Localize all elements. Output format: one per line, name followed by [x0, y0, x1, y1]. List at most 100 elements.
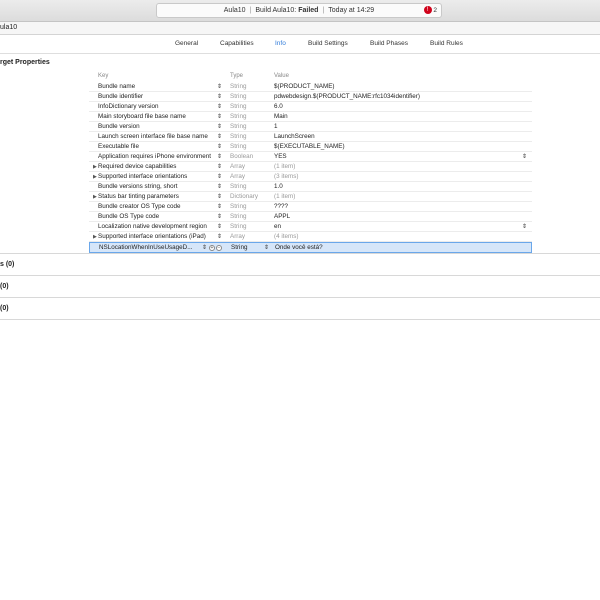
plist-value[interactable]: $(PRODUCT_NAME) — [274, 82, 335, 92]
plist-value[interactable]: en — [274, 222, 281, 232]
plist-key-label: Status bar tinting parameters — [98, 193, 179, 200]
tab-capabilities[interactable]: Capabilities — [220, 40, 254, 47]
up-down-arrows-icon[interactable]: ⇕ — [217, 202, 222, 212]
up-down-arrows-icon[interactable]: ⇕ — [217, 212, 222, 222]
plist-key: Main storyboard file base name — [98, 113, 186, 120]
activity-build-prefix: Build Aula10: — [255, 7, 297, 14]
plist-key: InfoDictionary version — [98, 103, 159, 110]
plist-row-selected[interactable]: NSLocationWhenInUseUsageD... ⇕ + − Strin… — [89, 242, 532, 253]
up-down-arrows-icon[interactable]: ⇕ — [522, 222, 527, 232]
section-divider — [0, 319, 600, 320]
plist-value[interactable]: 1 — [274, 122, 278, 132]
plist-row[interactable]: Bundle version ⇕ String 1 — [89, 122, 532, 132]
plist-row[interactable]: Application requires iPhone environment … — [89, 152, 532, 162]
error-circle-icon: ! — [423, 6, 432, 15]
activity-time: Today at 14:29 — [328, 7, 375, 14]
up-down-arrows-icon[interactable]: ⇕ — [217, 222, 222, 232]
up-down-arrows-icon[interactable]: ⇕ — [217, 92, 222, 102]
plist-type: String — [230, 203, 247, 210]
plist-key: Application requires iPhone environment — [98, 153, 212, 160]
tab-info[interactable]: Info — [275, 40, 286, 47]
plist-value: (1 item) — [274, 193, 296, 200]
up-down-arrows-icon[interactable]: ⇕ — [217, 162, 222, 172]
plist-row[interactable]: ▶Status bar tinting parameters ⇕ Diction… — [89, 192, 532, 202]
collapsed-section[interactable]: s (0) — [0, 253, 600, 275]
plist-row[interactable]: Bundle OS Type code ⇕ String APPL — [89, 212, 532, 222]
plist-key-label: Required device capabilities — [98, 163, 177, 170]
collapsed-section[interactable]: (0) — [0, 297, 600, 319]
up-down-arrows-icon[interactable]: ⇕ — [217, 132, 222, 142]
window-toolbar: Aula10 | Build Aula10: Failed | Today at 14:… — [0, 0, 600, 22]
plist-value[interactable]: $(EXECUTABLE_NAME) — [274, 142, 345, 152]
plist-value[interactable]: pdwebdesign.$(PRODUCT_NAME:rfc1034identi… — [274, 92, 420, 102]
plus-circle-icon[interactable]: + — [209, 245, 215, 251]
property-list: Key Type Value Bundle name ⇕ String $(PR… — [89, 73, 532, 253]
up-down-arrows-icon[interactable]: ⇕ — [217, 172, 222, 182]
plist-type: String — [230, 133, 247, 140]
plist-key-label: Supported interface orientations (iPad) — [98, 233, 206, 240]
jump-bar-target[interactable]: ula10 — [0, 24, 17, 31]
plist-row[interactable]: ▶Required device capabilities ⇕ Array (1… — [89, 162, 532, 172]
up-down-arrows-icon[interactable]: ⇕ — [217, 182, 222, 192]
plist-value[interactable]: 6.0 — [274, 102, 283, 112]
plist-value[interactable]: ???? — [274, 202, 288, 212]
plist-key-field[interactable]: NSLocationWhenInUseUsageD... — [99, 243, 203, 253]
plist-key: Bundle OS Type code — [98, 213, 160, 220]
plist-type: String — [230, 143, 247, 150]
plist-key: Executable file — [98, 143, 139, 150]
tab-build-phases[interactable]: Build Phases — [370, 40, 408, 47]
up-down-arrows-icon[interactable]: ⇕ — [217, 192, 222, 202]
collapsed-section-title[interactable]: (0) — [0, 305, 9, 312]
up-down-arrows-icon[interactable]: ⇕ — [217, 82, 222, 92]
up-down-arrows-icon[interactable]: ⇕ — [217, 102, 222, 112]
minus-circle-icon[interactable]: − — [216, 245, 222, 251]
plist-row[interactable]: Bundle identifier ⇕ String pdwebdesign.$… — [89, 92, 532, 102]
plist-key: ▶Supported interface orientations (iPad) — [93, 232, 215, 242]
up-down-arrows-icon[interactable]: ⇕ — [217, 112, 222, 122]
plist-row[interactable]: Launch screen interface file base name ⇕… — [89, 132, 532, 142]
up-down-arrows-icon[interactable]: ⇕ — [202, 243, 207, 253]
plist-value[interactable]: APPL — [274, 212, 290, 222]
activity-separator: | — [249, 7, 252, 14]
tab-general[interactable]: General — [175, 40, 198, 47]
up-down-arrows-icon[interactable]: ⇕ — [217, 122, 222, 132]
plist-value[interactable]: 1.0 — [274, 182, 283, 192]
plist-row[interactable]: Bundle name ⇕ String $(PRODUCT_NAME) — [89, 82, 532, 92]
plist-row[interactable]: ▶Supported interface orientations (iPad)… — [89, 232, 532, 242]
plist-key: ▶Supported interface orientations — [93, 172, 215, 182]
up-down-arrows-icon[interactable]: ⇕ — [522, 152, 527, 162]
collapsed-section-title[interactable]: s (0) — [0, 261, 14, 268]
plist-row[interactable]: Main storyboard file base name ⇕ String … — [89, 112, 532, 122]
up-down-arrows-icon[interactable]: ⇕ — [264, 243, 269, 253]
plist-row[interactable]: Bundle versions string, short ⇕ String 1… — [89, 182, 532, 192]
up-down-arrows-icon[interactable]: ⇕ — [217, 152, 222, 162]
jump-bar[interactable]: ula10 — [0, 22, 600, 35]
column-header-type[interactable]: Type — [230, 73, 243, 79]
plist-row[interactable]: InfoDictionary version ⇕ String 6.0 — [89, 102, 532, 112]
plist-value[interactable]: YES — [274, 152, 287, 162]
plist-type: Array — [230, 173, 246, 180]
plist-key: Bundle name — [98, 83, 136, 90]
plist-row[interactable]: Executable file ⇕ String $(EXECUTABLE_NA… — [89, 142, 532, 152]
tab-build-settings[interactable]: Build Settings — [308, 40, 348, 47]
plist-key: Bundle version — [98, 123, 140, 130]
collapsed-section[interactable]: (0) — [0, 275, 600, 297]
column-header-key[interactable]: Key — [98, 73, 108, 79]
section-title-target-properties[interactable]: rget Properties — [0, 59, 50, 66]
tab-build-rules[interactable]: Build Rules — [430, 40, 463, 47]
plist-type: String — [231, 244, 248, 251]
plist-row[interactable]: ▶Supported interface orientations ⇕ Arra… — [89, 172, 532, 182]
up-down-arrows-icon[interactable]: ⇕ — [217, 142, 222, 152]
plist-type: String — [230, 113, 247, 120]
column-header-value[interactable]: Value — [274, 73, 289, 79]
error-count-badge[interactable]: ! 2 — [423, 6, 437, 15]
collapsed-section-title[interactable]: (0) — [0, 283, 9, 290]
up-down-arrows-icon[interactable]: ⇕ — [217, 232, 222, 242]
plist-value[interactable]: Onde você está? — [275, 243, 323, 253]
plist-value[interactable]: LaunchScreen — [274, 132, 315, 142]
plist-type: Boolean — [230, 153, 254, 160]
plist-key-label: Supported interface orientations — [98, 173, 188, 180]
plist-value[interactable]: Main — [274, 112, 288, 122]
plist-row[interactable]: Localization native development region ⇕… — [89, 222, 532, 232]
plist-row[interactable]: Bundle creator OS Type code ⇕ String ???… — [89, 202, 532, 212]
